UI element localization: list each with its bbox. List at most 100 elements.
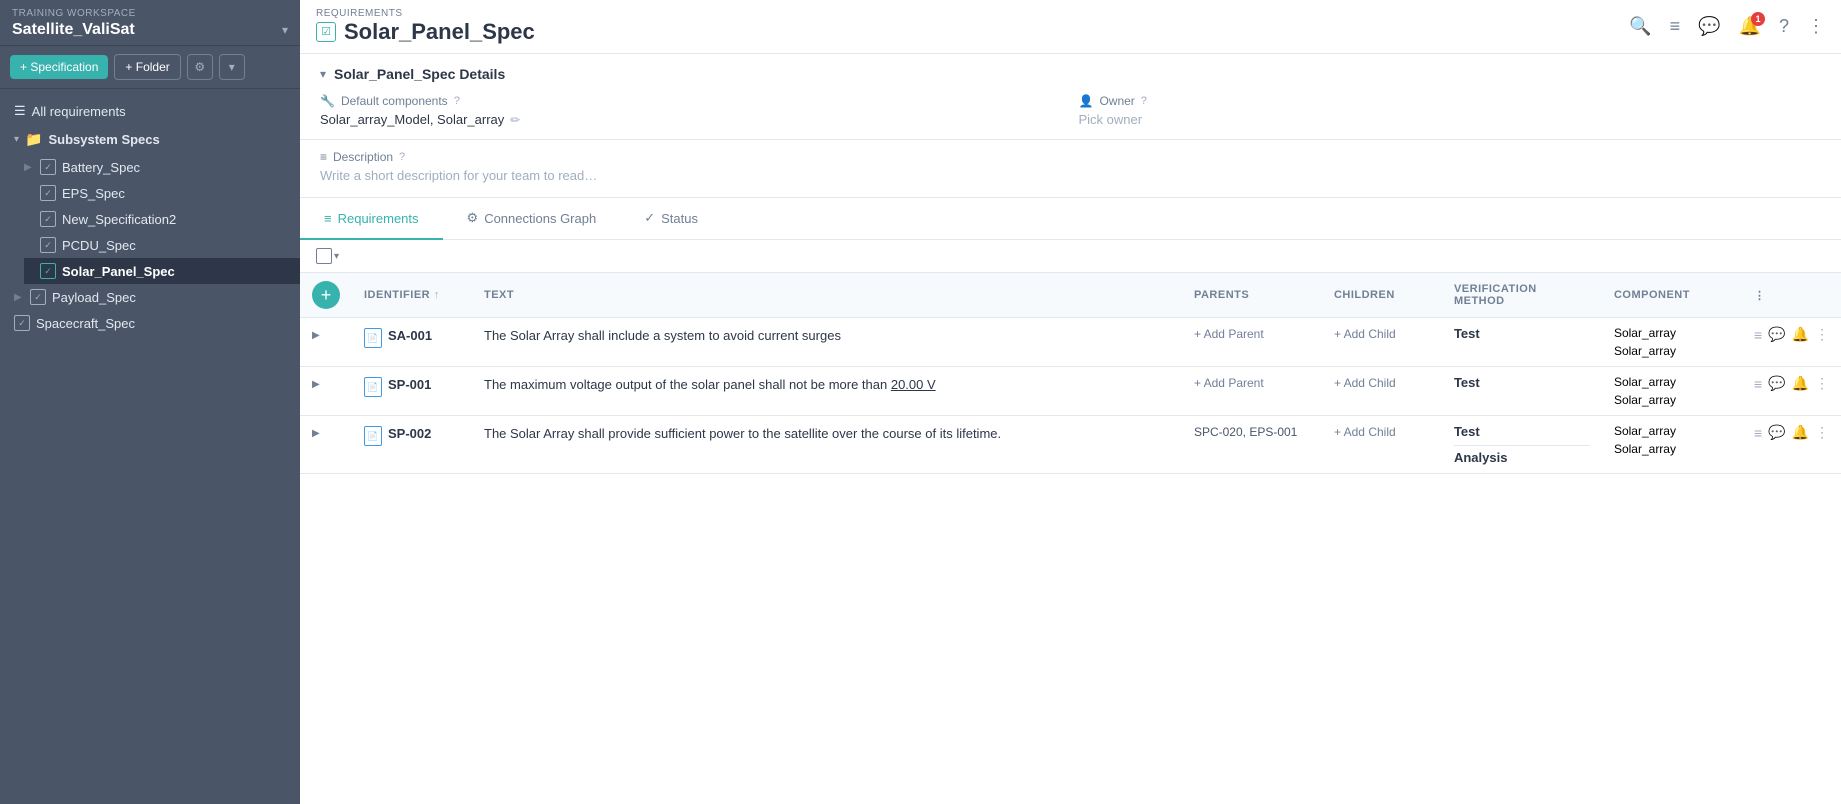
row-list-icon[interactable]: ≡ [1754,327,1762,343]
help-circle-icon[interactable]: ? [399,151,405,163]
tab-connections-graph[interactable]: ⚙ Connections Graph [443,198,621,240]
sidebar-item-solar-panel-spec[interactable]: ✓ Solar_Panel_Spec [24,258,300,284]
th-component: COMPONENT [1602,273,1742,318]
row-expand-icon[interactable]: ▶ [312,330,320,341]
sidebar-item-all-requirements[interactable]: ☰ All requirements [0,97,300,125]
row-bell-icon[interactable]: 🔔 [1792,424,1809,441]
row-actions-cell: ≡ 💬 🔔 ⋮ [1742,318,1841,367]
sidebar-folder-subsystem-specs[interactable]: ▾ 📁 Subsystem Specs [0,125,300,154]
sort-icon[interactable]: ↑ [434,289,440,301]
spec-label: Spacecraft_Spec [36,316,135,331]
req-doc-icon: 📄 [364,328,382,348]
row-id-cell: 📄 SP-001 [352,367,472,416]
row-more-icon[interactable]: ⋮ [1815,424,1829,441]
component-cell: Solar_array Solar_array [1602,416,1742,474]
add-folder-button[interactable]: + Folder [114,54,180,80]
chevron-right-icon: ▶ [14,292,24,303]
sidebar-item-battery-spec[interactable]: ▶ ✓ Battery_Spec [24,154,300,180]
row-chat-icon[interactable]: 💬 [1768,326,1785,343]
row-more-icon[interactable]: ⋮ [1815,375,1829,392]
row-chat-icon[interactable]: 💬 [1768,375,1785,392]
spec-doc-icon: ✓ [40,185,56,201]
row-expand-cell: ▶ [300,416,352,474]
children-cell: + Add Child [1322,416,1442,474]
add-child-link[interactable]: + Add Child [1334,376,1396,390]
sidebar-item-payload-spec[interactable]: ▶ ✓ Payload_Spec [0,284,300,310]
spec-label: EPS_Spec [62,186,125,201]
row-expand-cell: ▶ [300,318,352,367]
filter-icon[interactable]: ⚙ [187,54,213,80]
section-title: Solar_Panel_Spec Details [334,66,505,82]
row-bell-icon[interactable]: 🔔 [1792,326,1809,343]
component-multi: Solar_array Solar_array [1614,326,1730,358]
help-icon[interactable]: ? [1779,16,1789,37]
search-icon[interactable]: 🔍 [1629,16,1651,37]
spec-doc-icon: ✓ [40,159,56,175]
verification-cell: Test [1442,367,1602,416]
spec-doc-icon: ✓ [14,315,30,331]
verification-cell: Test [1442,318,1602,367]
row-list-icon[interactable]: ≡ [1754,425,1762,441]
row-bell-icon[interactable]: 🔔 [1792,375,1809,392]
sidebar-item-pcdu-spec[interactable]: ✓ PCDU_Spec [24,232,300,258]
hamburger-icon: ☰ [14,103,26,119]
chat-icon[interactable]: 💬 [1698,16,1720,37]
checkbox-input[interactable] [316,248,332,264]
row-more-icon[interactable]: ⋮ [1815,326,1829,343]
id-cell: 📄 SP-001 [364,375,460,397]
component-2: Solar_array [1614,344,1730,358]
requirements-tab-icon: ≡ [324,211,332,226]
spec-doc-icon: ✓ [40,211,56,227]
sidebar-item-spacecraft-spec[interactable]: ✓ Spacecraft_Spec [0,310,300,336]
collapse-icon[interactable]: ▾ [320,67,326,81]
linked-value[interactable]: 20.00 V [891,377,936,392]
row-actions-cell: ≡ 💬 🔔 ⋮ [1742,367,1841,416]
topbar-right: 🔍 ≡ 💬 🔔 1 ? ⋮ [1629,16,1825,37]
list-icon[interactable]: ≡ [1670,16,1681,37]
th-verification-method: VERIFICATIONMETHOD [1442,273,1602,318]
add-parent-link[interactable]: + Add Parent [1194,327,1264,341]
add-requirement-button[interactable]: + [312,281,340,309]
edit-icon[interactable]: ✏ [510,113,520,127]
workspace-chevron-icon[interactable]: ▾ [282,23,288,37]
id-cell: 📄 SP-002 [364,424,460,446]
parents-cell: + Add Parent [1182,367,1322,416]
add-specification-button[interactable]: + Specification [10,55,108,79]
row-list-icon[interactable]: ≡ [1754,376,1762,392]
row-expand-icon[interactable]: ▶ [312,428,320,439]
sidebar-header: TRAINING WORKSPACE Satellite_ValiSat ▾ [0,0,300,46]
row-chat-icon[interactable]: 💬 [1768,424,1785,441]
folder-icon: 📁 [25,131,42,148]
bell-icon[interactable]: 🔔 1 [1739,16,1761,37]
row-id-cell: 📄 SP-002 [352,416,472,474]
row-expand-icon[interactable]: ▶ [312,379,320,390]
checkbox-arrow-icon[interactable]: ▾ [334,251,339,262]
spec-doc-icon: ✓ [30,289,46,305]
sidebar-nav: ☰ All requirements ▾ 📁 Subsystem Specs ▶… [0,89,300,344]
requirements-breadcrumb: REQUIREMENTS [316,9,535,19]
section-header: ▾ Solar_Panel_Spec Details [320,66,1821,82]
sidebar-item-eps-spec[interactable]: ✓ EPS_Spec [24,180,300,206]
owner-placeholder[interactable]: Pick owner [1079,112,1822,127]
component-1: Solar_array [1614,375,1730,389]
description-section: ≡ Description ? Write a short descriptio… [300,140,1841,198]
add-child-link[interactable]: + Add Child [1334,327,1396,341]
workspace-row: Satellite_ValiSat ▾ [12,21,288,39]
menu-icon[interactable]: ⋮ [1807,16,1825,37]
select-all-checkbox[interactable]: ▾ [316,248,339,264]
help-circle-icon[interactable]: ? [454,95,460,107]
verification-cell: Test Analysis [1442,416,1602,474]
description-placeholder[interactable]: Write a short description for your team … [320,168,1821,183]
table-header-row: + IDENTIFIER ↑ TEXT PARENTS CHILDREN VER… [300,273,1841,318]
req-doc-icon: 📄 [364,377,382,397]
children-cell: + Add Child [1322,318,1442,367]
expand-icon[interactable]: ▾ [219,54,245,80]
tab-requirements[interactable]: ≡ Requirements [300,198,443,240]
description-label: ≡ Description ? [320,150,1821,164]
sidebar-item-new-spec2[interactable]: ✓ New_Specification2 [24,206,300,232]
add-parent-link[interactable]: + Add Parent [1194,376,1264,390]
tab-status[interactable]: ✓ Status [620,198,722,240]
verif-method-2: Analysis [1454,445,1590,465]
add-child-link[interactable]: + Add Child [1334,425,1396,439]
help-circle-icon[interactable]: ? [1141,95,1147,107]
